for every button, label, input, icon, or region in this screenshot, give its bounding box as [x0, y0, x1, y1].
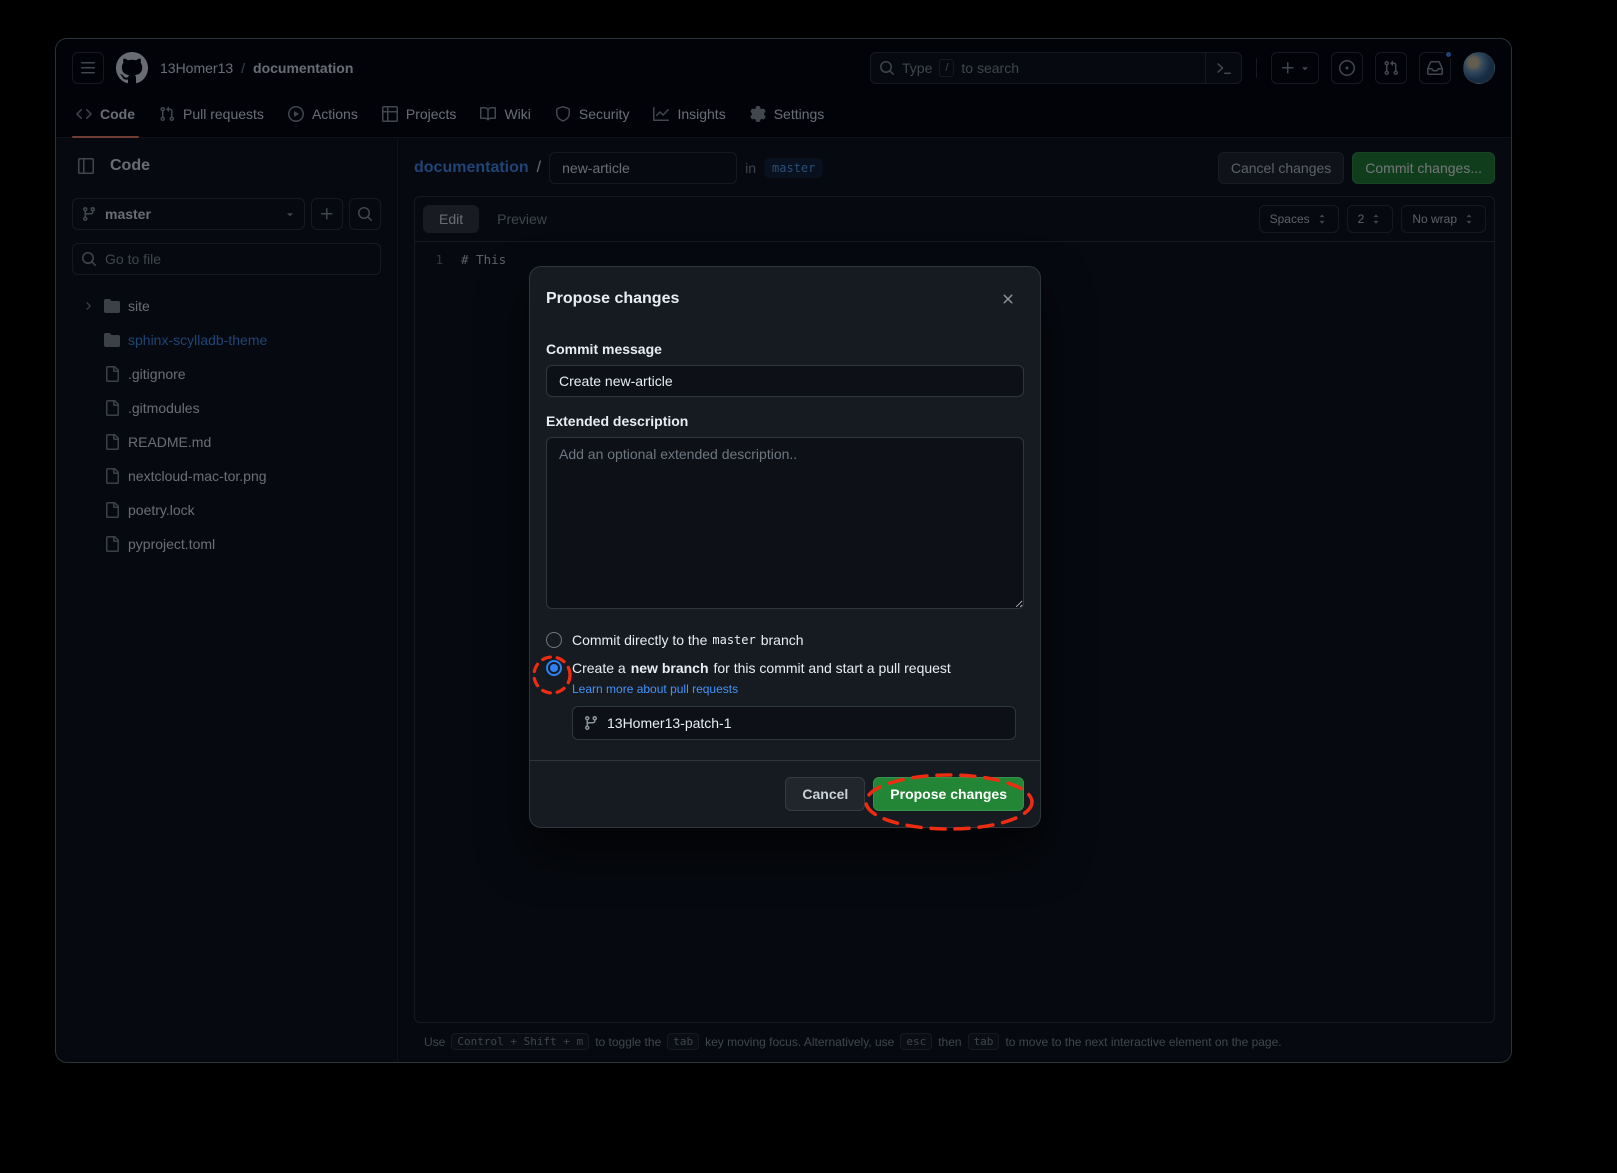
- label-text: Commit directly to the: [572, 632, 707, 648]
- radio-create-branch[interactable]: Create a new branch for this commit and …: [546, 660, 1024, 676]
- branch-name-field[interactable]: [572, 706, 1016, 740]
- dialog-title: Propose changes: [546, 290, 679, 308]
- cancel-button[interactable]: Cancel: [785, 777, 865, 811]
- label-bold-text: new branch: [631, 660, 709, 676]
- radio-commit-direct[interactable]: Commit directly to the master branch: [546, 632, 1024, 648]
- radio-commit-direct-label: Commit directly to the master branch: [572, 632, 804, 648]
- propose-changes-button[interactable]: Propose changes: [873, 777, 1024, 811]
- extended-description-label: Extended description: [546, 413, 1024, 429]
- radio-unchecked[interactable]: [546, 632, 562, 648]
- dialog-body: Commit message Extended description Comm…: [530, 341, 1040, 740]
- radio-create-branch-label: Create a new branch for this commit and …: [572, 660, 951, 676]
- git-branch-icon: [583, 715, 599, 731]
- extended-description-textarea[interactable]: [546, 437, 1024, 609]
- close-dialog-button[interactable]: [992, 283, 1024, 315]
- label-text: Create a: [572, 660, 626, 676]
- branch-name-mono: master: [712, 633, 755, 647]
- screen: { "colors": { "accent_green": "#238636",…: [0, 0, 1617, 1173]
- commit-message-input[interactable]: [546, 365, 1024, 397]
- dialog-footer: Cancel Propose changes: [530, 760, 1040, 827]
- branch-name-input[interactable]: [607, 715, 1005, 731]
- learn-more-link[interactable]: Learn more about pull requests: [572, 682, 738, 696]
- commit-message-label: Commit message: [546, 341, 1024, 357]
- github-window: 13Homer13 / documentation Type / to sear…: [55, 38, 1512, 1063]
- dialog-header: Propose changes: [530, 267, 1040, 331]
- label-text: for this commit and start a pull request: [714, 660, 951, 676]
- propose-changes-dialog: Propose changes Commit message Extended …: [529, 266, 1041, 828]
- label-text: branch: [761, 632, 804, 648]
- close-icon: [1000, 291, 1016, 307]
- radio-checked[interactable]: [546, 660, 562, 676]
